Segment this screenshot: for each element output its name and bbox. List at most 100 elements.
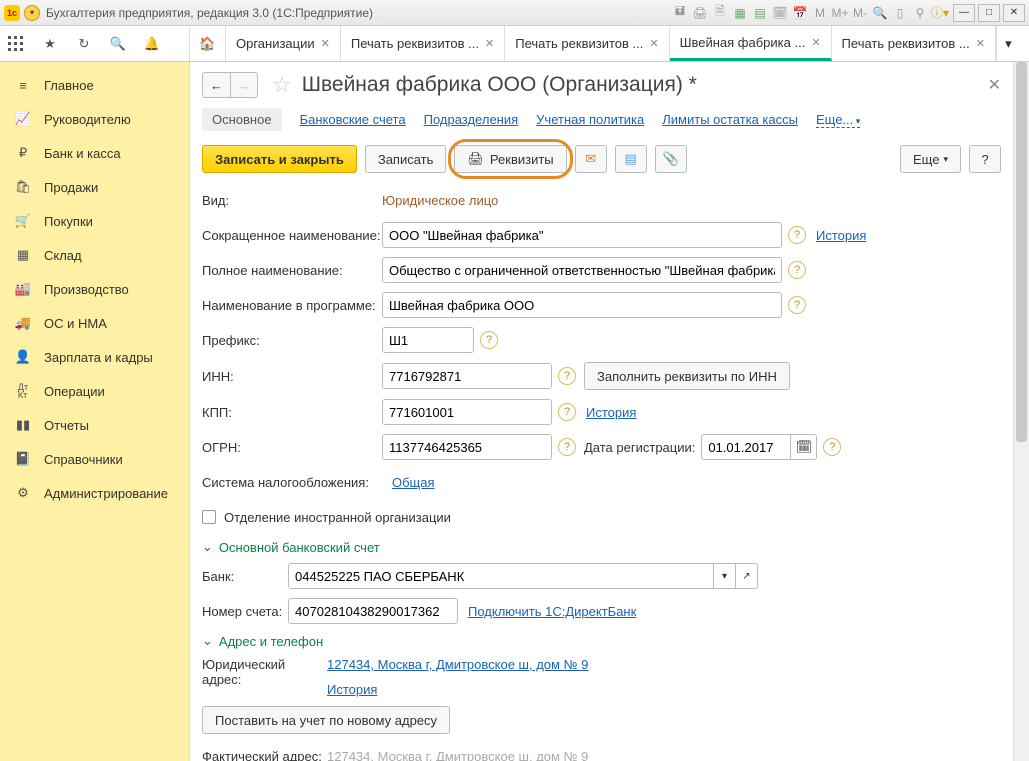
register-new-address-button[interactable]: Поставить на учет по новому адресу bbox=[202, 706, 450, 734]
account-field[interactable] bbox=[288, 598, 458, 624]
hint-icon[interactable]: ? bbox=[558, 367, 576, 385]
calendar2-icon[interactable]: 📅 bbox=[791, 4, 809, 22]
subtab-subdivisions[interactable]: Подразделения bbox=[424, 112, 519, 127]
scrollbar-thumb[interactable] bbox=[1016, 62, 1027, 442]
m-minus-icon[interactable]: M- bbox=[851, 4, 869, 22]
section-address[interactable]: Адрес и телефон bbox=[202, 633, 1001, 649]
sidebar-item-admin[interactable]: ⚙Администрирование bbox=[0, 476, 189, 510]
history-link[interactable]: История bbox=[327, 682, 377, 697]
sidebar-item-salary[interactable]: 👤Зарплата и кадры bbox=[0, 340, 189, 374]
print-icon[interactable]: 🖨 bbox=[691, 4, 709, 22]
section-bank[interactable]: Основной банковский счет bbox=[202, 539, 1001, 555]
subtab-main[interactable]: Основное bbox=[202, 108, 282, 131]
dropdown-icon[interactable]: ▾ bbox=[24, 5, 40, 21]
history-icon[interactable]: ↻ bbox=[74, 34, 94, 54]
directbank-link[interactable]: Подключить 1С:ДиректБанк bbox=[468, 604, 636, 619]
sidebar-item-operations[interactable]: ДтКтОперации bbox=[0, 374, 189, 408]
save-button[interactable]: Записать bbox=[365, 145, 447, 173]
save-close-button[interactable]: Записать и закрыть bbox=[202, 145, 357, 173]
open-icon[interactable]: ↗ bbox=[736, 563, 758, 589]
sidebar-item-purchases[interactable]: 🛒Покупки bbox=[0, 204, 189, 238]
back-button[interactable]: ← bbox=[202, 72, 230, 98]
tab-4[interactable]: Печать реквизитов ...✕ bbox=[832, 26, 996, 61]
bell-icon[interactable]: 🔔 bbox=[142, 34, 162, 54]
close-icon[interactable]: ✕ bbox=[485, 37, 494, 50]
foreign-checkbox[interactable] bbox=[202, 510, 216, 524]
full-name-field[interactable] bbox=[382, 257, 782, 283]
short-name-field[interactable] bbox=[382, 222, 782, 248]
sidebar-item-warehouse[interactable]: ▦Склад bbox=[0, 238, 189, 272]
forward-button[interactable]: → bbox=[230, 72, 258, 98]
info-icon[interactable]: ⓘ▾ bbox=[931, 4, 949, 22]
legal-address-link[interactable]: 127434, Москва г, Дмитровское ш, дом № 9 bbox=[327, 657, 588, 672]
hint-icon[interactable]: ? bbox=[480, 331, 498, 349]
hint-icon[interactable]: ? bbox=[823, 438, 841, 456]
sidebar-item-sales[interactable]: 🛍Продажи bbox=[0, 170, 189, 204]
dropdown-icon[interactable]: ▾ bbox=[714, 563, 736, 589]
list-button[interactable]: ▤ bbox=[615, 145, 647, 173]
sidebar-item-production[interactable]: 🏭Производство bbox=[0, 272, 189, 306]
minimize-button[interactable]: — bbox=[953, 4, 975, 22]
history-link[interactable]: История bbox=[586, 405, 636, 420]
tax-link[interactable]: Общая bbox=[392, 475, 435, 490]
save-icon[interactable]: 🖬 bbox=[671, 4, 689, 22]
calendar-icon[interactable]: 🗓 bbox=[791, 434, 817, 460]
sidebar-item-assets[interactable]: 🚚ОС и НМА bbox=[0, 306, 189, 340]
excel-icon[interactable]: ▦ bbox=[731, 4, 749, 22]
close-icon[interactable]: ✕ bbox=[649, 37, 658, 50]
sidebar-item-bank[interactable]: ₽Банк и касса bbox=[0, 136, 189, 170]
hint-icon[interactable]: ? bbox=[788, 226, 806, 244]
requisites-button[interactable]: 🖨 Реквизиты bbox=[454, 145, 566, 173]
sidebar-item-reports[interactable]: ▮▮Отчеты bbox=[0, 408, 189, 442]
inn-field[interactable] bbox=[382, 363, 552, 389]
attach-button[interactable]: 📎 bbox=[655, 145, 687, 173]
sidebar-item-directories[interactable]: 📓Справочники bbox=[0, 442, 189, 476]
calendar-icon[interactable]: 🗓 bbox=[771, 4, 789, 22]
m-icon[interactable]: M bbox=[811, 4, 829, 22]
close-button[interactable]: ✕ bbox=[1003, 4, 1025, 22]
subtab-bankaccounts[interactable]: Банковские счета bbox=[300, 112, 406, 127]
tab-2[interactable]: Печать реквизитов ...✕ bbox=[505, 26, 669, 61]
search-icon[interactable]: 🔍 bbox=[108, 34, 128, 54]
close-form-button[interactable]: ✕ bbox=[988, 75, 1001, 95]
history-link[interactable]: История bbox=[816, 228, 866, 243]
tab-0[interactable]: Организации✕ bbox=[226, 26, 341, 61]
export-icon[interactable]: ▤ bbox=[751, 4, 769, 22]
apps-icon[interactable] bbox=[6, 34, 26, 54]
subtab-more[interactable]: Еще... bbox=[816, 112, 860, 128]
subtab-cashlimits[interactable]: Лимиты остатка кассы bbox=[662, 112, 798, 127]
maximize-button[interactable]: □ bbox=[978, 4, 1000, 22]
prefix-field[interactable] bbox=[382, 327, 474, 353]
favorite-icon[interactable]: ☆ bbox=[272, 72, 292, 98]
home-tab-icon[interactable]: 🏠 bbox=[190, 26, 226, 61]
more-button[interactable]: Еще▾ bbox=[900, 145, 961, 173]
tab-1[interactable]: Печать реквизитов ...✕ bbox=[341, 26, 505, 61]
subtab-accpolicy[interactable]: Учетная политика bbox=[536, 112, 644, 127]
panel-icon[interactable]: ▯ bbox=[891, 4, 909, 22]
mail-button[interactable]: ✉ bbox=[575, 145, 607, 173]
regdate-field[interactable] bbox=[701, 434, 791, 460]
star-icon[interactable]: ★ bbox=[40, 34, 60, 54]
doc-icon[interactable]: 🗎 bbox=[711, 4, 729, 22]
sidebar-item-main[interactable]: ≡Главное bbox=[0, 68, 189, 102]
program-name-field[interactable] bbox=[382, 292, 782, 318]
kpp-field[interactable] bbox=[382, 399, 552, 425]
close-icon[interactable]: ✕ bbox=[976, 37, 985, 50]
help-button[interactable]: ? bbox=[969, 145, 1001, 173]
key-icon[interactable]: ⚲ bbox=[911, 4, 929, 22]
fill-by-inn-button[interactable]: Заполнить реквизиты по ИНН bbox=[584, 362, 790, 390]
m-plus-icon[interactable]: M+ bbox=[831, 4, 849, 22]
tab-3[interactable]: Швейная фабрика ...✕ bbox=[670, 26, 832, 61]
hint-icon[interactable]: ? bbox=[788, 296, 806, 314]
zoom-icon[interactable]: 🔍 bbox=[871, 4, 889, 22]
bank-field[interactable] bbox=[288, 563, 714, 589]
hint-icon[interactable]: ? bbox=[558, 438, 576, 456]
sidebar-item-manager[interactable]: 📈Руководителю bbox=[0, 102, 189, 136]
hint-icon[interactable]: ? bbox=[558, 403, 576, 421]
close-icon[interactable]: ✕ bbox=[321, 37, 330, 50]
close-icon[interactable]: ✕ bbox=[811, 36, 820, 49]
hint-icon[interactable]: ? bbox=[788, 261, 806, 279]
ogrn-field[interactable] bbox=[382, 434, 552, 460]
tabs-dropdown-icon[interactable]: ▾ bbox=[996, 26, 1020, 61]
scrollbar[interactable] bbox=[1013, 62, 1029, 761]
